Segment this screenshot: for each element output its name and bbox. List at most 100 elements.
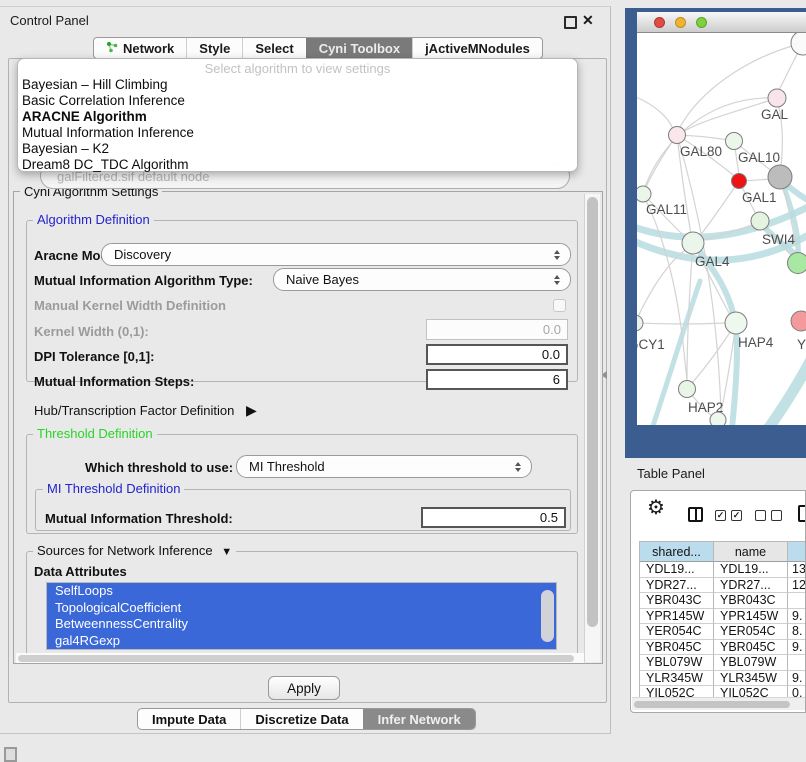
select-all-checkbox-icon[interactable]: ✓ xyxy=(731,510,742,521)
network-edge[interactable] xyxy=(645,98,777,187)
network-node[interactable] xyxy=(788,253,806,274)
corner-partial-icon[interactable] xyxy=(4,747,17,762)
table-hscroll-thumb[interactable] xyxy=(634,701,790,709)
algorithm-option[interactable]: Mutual Information Inference xyxy=(18,125,577,141)
tab-style[interactable]: Style xyxy=(186,38,242,58)
column-header[interactable] xyxy=(788,541,806,562)
algorithm-option[interactable]: ARACNE Algorithm xyxy=(18,109,577,125)
network-window-titlebar[interactable] xyxy=(637,12,806,33)
column-header[interactable]: shared... xyxy=(640,541,714,562)
network-node[interactable] xyxy=(768,165,792,189)
manual-kernel-checkbox[interactable] xyxy=(553,299,566,312)
network-canvas[interactable]: GALGAL80GAL10GAL1GAL11GAL4SWI4GCY1HAP4YH… xyxy=(637,33,806,425)
kernel-width-field[interactable]: 0.0 xyxy=(426,319,568,340)
tab-discretize-data[interactable]: Discretize Data xyxy=(240,709,362,729)
aracne-mode-value: Discovery xyxy=(114,247,171,262)
table-row[interactable]: YBR043CYBR043C xyxy=(640,593,806,609)
sources-group-title[interactable]: Sources for Network Inference ▼ xyxy=(33,544,236,559)
network-node-gal11[interactable] xyxy=(637,186,651,202)
which-threshold-combo[interactable]: MI Threshold xyxy=(236,455,532,478)
network-node[interactable] xyxy=(710,412,726,425)
mi-algorithm-type-combo[interactable]: Naive Bayes xyxy=(273,268,571,291)
deselect-all-checkbox-icon[interactable] xyxy=(771,510,782,521)
settings-vertical-scrollbar[interactable] xyxy=(584,194,600,662)
network-edge[interactable] xyxy=(693,243,737,425)
expanded-arrow-icon[interactable]: ▼ xyxy=(221,546,232,558)
settings-horizontal-scrollbar[interactable] xyxy=(16,653,584,663)
attribute-list-item[interactable]: SelfLoops xyxy=(47,583,556,600)
table-panel-title: Table Panel xyxy=(637,466,705,481)
network-node-gal1[interactable] xyxy=(732,174,747,189)
collapsed-arrow-icon[interactable]: ▶ xyxy=(246,402,257,418)
network-edge[interactable] xyxy=(637,323,726,324)
table-row[interactable]: YBL079WYBL079W xyxy=(640,655,806,671)
network-node-y[interactable] xyxy=(791,311,806,331)
table-horizontal-scrollbar[interactable] xyxy=(632,697,805,710)
network-edge[interactable] xyxy=(700,181,739,236)
deselect-all-checkbox-icon[interactable] xyxy=(755,510,766,521)
column-header[interactable]: name xyxy=(714,541,788,562)
close-icon[interactable]: ✕ xyxy=(582,12,594,29)
mi-threshold-field[interactable]: 0.5 xyxy=(421,507,566,528)
network-node-swi4[interactable] xyxy=(751,212,769,230)
tab-label: Cyni Toolbox xyxy=(319,41,400,56)
network-graph[interactable]: GALGAL80GAL10GAL1GAL11GAL4SWI4GCY1HAP4YH… xyxy=(637,33,806,425)
network-edge[interactable] xyxy=(740,358,806,425)
attribute-list-item[interactable]: TopologicalCoefficient xyxy=(47,600,556,617)
table-row[interactable]: YDL19...YDL19...13 xyxy=(640,562,806,578)
document-icon[interactable] xyxy=(798,505,806,522)
table-row[interactable]: YPR145WYPR145W9. xyxy=(640,609,806,625)
network-node[interactable] xyxy=(791,33,806,55)
algorithm-dropdown: Select algorithm to view settings Bayesi… xyxy=(17,58,578,172)
tab-network[interactable]: Network xyxy=(94,38,186,58)
select-all-checkbox-icon[interactable]: ✓ xyxy=(715,510,726,521)
algorithm-option[interactable]: Bayesian – K2 xyxy=(18,141,577,157)
table-row[interactable]: YDR27...YDR27...12 xyxy=(640,578,806,594)
attribute-list-item[interactable]: BetweennessCentrality xyxy=(47,616,556,633)
network-node-gal80[interactable] xyxy=(669,127,686,144)
algorithm-option[interactable]: Dream8 DC_TDC Algorithm xyxy=(18,157,577,173)
zoom-traffic-light-icon[interactable] xyxy=(696,17,707,28)
table-cell: YBR043C xyxy=(640,593,714,609)
tab-impute-data[interactable]: Impute Data xyxy=(138,709,240,729)
network-node-gal[interactable] xyxy=(768,89,786,107)
table-cell: YBL079W xyxy=(640,655,714,671)
tab-cyni-toolbox[interactable]: Cyni Toolbox xyxy=(306,38,412,58)
network-edge[interactable] xyxy=(643,194,687,381)
control-panel-window: Control Panel ✕ NetworkStyleSelectCyni T… xyxy=(0,6,611,734)
network-edge[interactable] xyxy=(645,135,677,189)
network-node-gcy1[interactable] xyxy=(637,315,643,331)
tab-infer-network[interactable]: Infer Network xyxy=(363,709,475,729)
hub-section-label[interactable]: Hub/Transcription Factor Definition ▶ xyxy=(34,402,257,419)
table-header-row: shared...name xyxy=(640,541,806,562)
network-edge[interactable] xyxy=(637,249,687,323)
network-node-gal4[interactable] xyxy=(682,232,704,254)
dpi-tolerance-field[interactable]: 0.0 xyxy=(426,344,568,365)
column-browser-icon[interactable] xyxy=(688,507,703,522)
algorithm-option[interactable]: Basic Correlation Inference xyxy=(18,93,577,109)
table-cell: YBR045C xyxy=(640,640,714,656)
algorithm-option[interactable]: Bayesian – Hill Climbing xyxy=(18,77,577,93)
tab-jactivemnodules[interactable]: jActiveMNodules xyxy=(412,38,542,58)
attr-list-scrollbar[interactable] xyxy=(541,590,554,642)
tab-select[interactable]: Select xyxy=(242,38,305,58)
table-cell: YBL079W xyxy=(714,655,788,671)
gear-icon[interactable]: ⚙ xyxy=(647,495,665,520)
network-node-hap4[interactable] xyxy=(725,312,747,334)
settings-hscroll-thumb[interactable] xyxy=(18,655,574,662)
float-window-icon[interactable] xyxy=(564,16,577,29)
close-traffic-light-icon[interactable] xyxy=(654,17,665,28)
apply-button[interactable]: Apply xyxy=(268,676,340,700)
attribute-list-item[interactable]: gal4RGexp xyxy=(47,633,556,650)
table-row[interactable]: YLR345WYLR345W9. xyxy=(640,671,806,687)
aracne-mode-combo[interactable]: Discovery xyxy=(101,243,571,266)
minimize-traffic-light-icon[interactable] xyxy=(675,17,686,28)
table-row[interactable]: YBR045CYBR045C9. xyxy=(640,640,806,656)
network-node-gal10[interactable] xyxy=(726,133,743,150)
mi-steps-field[interactable]: 6 xyxy=(426,369,568,390)
network-edge[interactable] xyxy=(637,95,673,129)
network-node-hap2[interactable] xyxy=(679,381,696,398)
settings-vscroll-thumb[interactable] xyxy=(587,197,598,627)
table-cell: YER054C xyxy=(640,624,714,640)
table-row[interactable]: YER054CYER054C8. xyxy=(640,624,806,640)
